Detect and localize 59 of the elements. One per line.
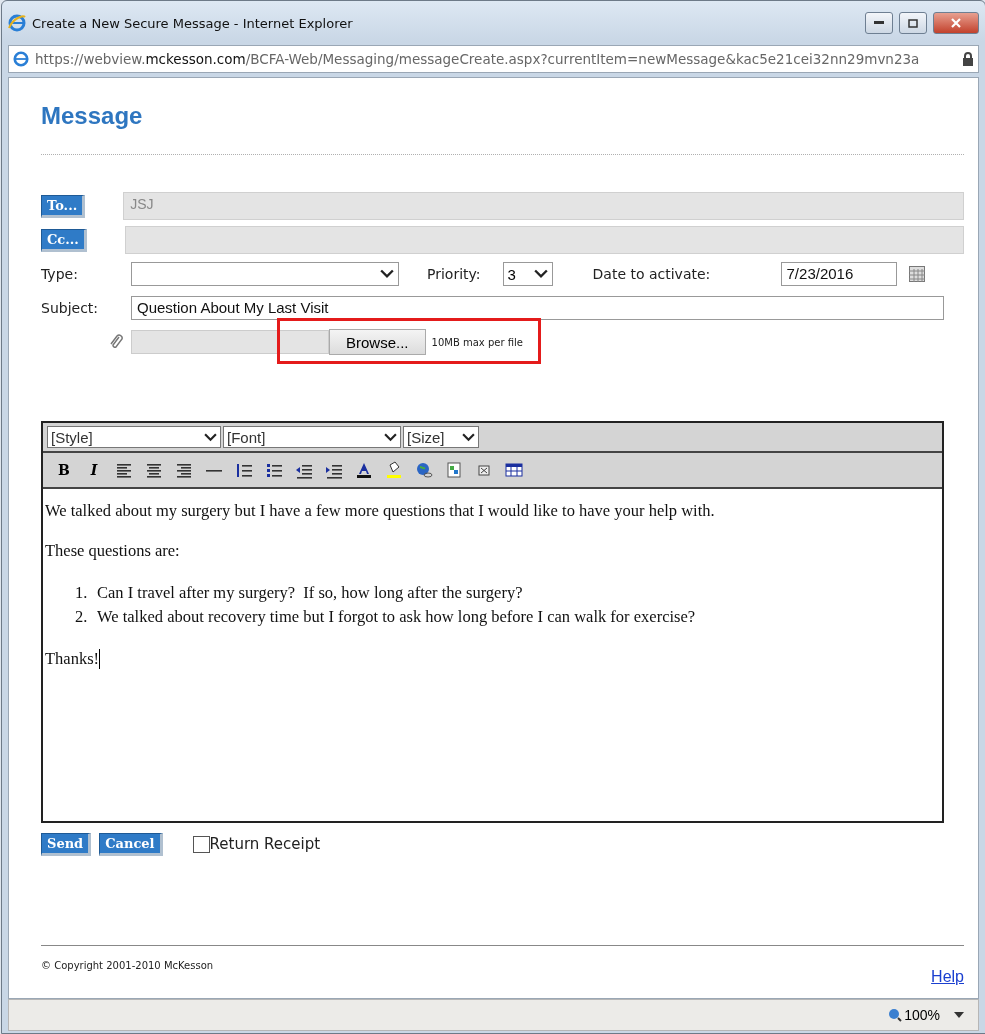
priority-label: Priority: bbox=[427, 266, 481, 282]
receipt-label: Return Receipt bbox=[209, 835, 321, 853]
align-left-icon[interactable] bbox=[115, 461, 133, 479]
type-label: Type: bbox=[41, 266, 79, 282]
browser-logo-icon bbox=[13, 51, 29, 67]
browser-logo-icon bbox=[8, 14, 26, 32]
zoom-icon bbox=[888, 1008, 903, 1022]
highlight-color-icon[interactable] bbox=[385, 461, 403, 479]
format-dropdown[interactable]: [Font] bbox=[223, 426, 401, 448]
zoom-level[interactable]: 100% bbox=[888, 1007, 940, 1023]
subject-field[interactable]: Question About My Last Visit bbox=[131, 296, 944, 320]
align-right-icon[interactable] bbox=[175, 461, 193, 479]
help-link[interactable]: Help bbox=[931, 968, 964, 986]
italic-button[interactable]: I bbox=[81, 458, 107, 482]
subject-label: Subject: bbox=[41, 300, 100, 316]
bullet-list-icon[interactable] bbox=[265, 461, 283, 479]
question-item: Can I travel after my surgery? If so, how long after the surgery? bbox=[97, 582, 523, 604]
close-button[interactable] bbox=[933, 12, 979, 34]
date-label: Date to activate: bbox=[592, 266, 712, 282]
page-title: Message bbox=[41, 102, 144, 130]
dropdown-arrow-icon[interactable] bbox=[954, 1012, 964, 1018]
url-text: https://webview.mckesson.com/BCFA-Web/Messaging/messageCreate.aspx?currentItem=newMessage&kac5e21cei32nn29mvn23a bbox=[35, 51, 921, 67]
priority-dropdown[interactable]: 3 bbox=[502, 262, 553, 286]
message-paragraph: These questions are: bbox=[45, 541, 181, 561]
cc-button[interactable]: Cc... bbox=[41, 228, 87, 252]
copyright-text: © Copyright 2001-2010 McKesson bbox=[41, 960, 214, 973]
file-size-note: 10MB max per file bbox=[431, 336, 523, 348]
list-number: 2. bbox=[75, 606, 89, 628]
rich-text-editor[interactable] bbox=[41, 421, 944, 823]
image-icon[interactable] bbox=[445, 461, 463, 479]
lock-icon bbox=[962, 52, 974, 66]
type-dropdown[interactable] bbox=[131, 262, 399, 286]
calendar-icon[interactable] bbox=[908, 266, 925, 282]
minimize-icon bbox=[874, 21, 884, 25]
format-dropdown[interactable]: [Size] bbox=[403, 426, 479, 448]
message-paragraph: We talked about my surgery but I have a few more questions that I would like to have your help with. bbox=[45, 501, 716, 521]
close-icon bbox=[951, 18, 961, 28]
globe-link-icon[interactable] bbox=[415, 461, 433, 479]
numbered-list-icon[interactable] bbox=[235, 461, 253, 479]
question-item: We talked about recovery time but I forgot to ask how long before I can walk for exercise? bbox=[97, 606, 696, 628]
table-icon[interactable] bbox=[505, 461, 523, 479]
format-dropdown[interactable]: [Style] bbox=[47, 426, 221, 448]
maximize-icon bbox=[908, 18, 918, 28]
minimize-button[interactable] bbox=[865, 12, 893, 34]
align-center-icon[interactable] bbox=[145, 461, 163, 479]
address-bar[interactable]: https://webview.mckesson.com/BCFA-Web/Messaging/messageCreate.aspx?currentItem=newMessage&kac5e21cei32nn29mvn23a bbox=[8, 45, 979, 73]
message-paragraph: Thanks! bbox=[45, 649, 101, 669]
browse-button[interactable]: Browse... bbox=[329, 329, 426, 355]
cancel-button[interactable]: Cancel bbox=[99, 832, 163, 856]
text-color-icon[interactable] bbox=[355, 461, 373, 479]
date-field[interactable]: 7/23/2016 bbox=[780, 262, 897, 286]
send-button[interactable]: Send bbox=[41, 832, 92, 856]
receipt-checkbox[interactable] bbox=[192, 835, 210, 853]
window-title: Create a New Secure Message - Internet Explorer bbox=[32, 15, 354, 31]
bold-button[interactable]: B bbox=[51, 458, 77, 482]
list-number: 1. bbox=[75, 582, 89, 604]
to-button[interactable]: To... bbox=[41, 194, 86, 218]
paperclip-icon bbox=[109, 334, 123, 350]
maximize-button[interactable] bbox=[899, 12, 927, 34]
